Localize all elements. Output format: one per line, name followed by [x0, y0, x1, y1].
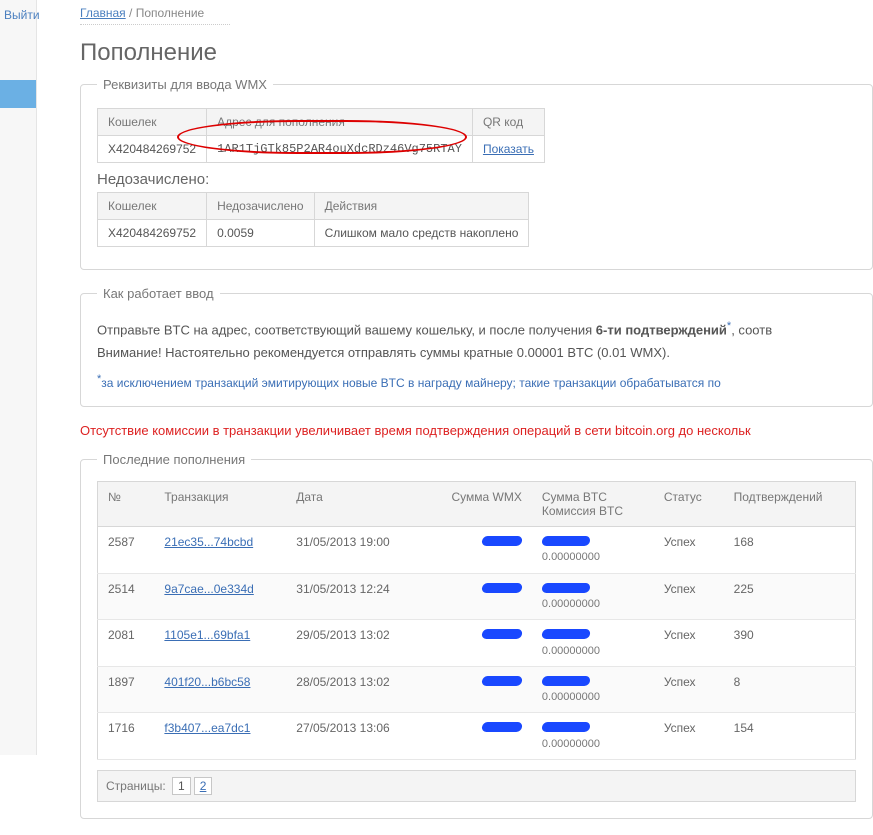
recent-group: Последние пополнения № Транзакция Дата С…	[80, 452, 873, 819]
address-value: 1AR1TjGTk85P2AR4ouXdcRDz46Vg75RTAY	[207, 136, 473, 163]
cell-status: Успех	[654, 713, 724, 760]
cell-date: 29/05/2013 13:02	[286, 620, 423, 667]
cell-sum-btc: 0.00000000	[532, 573, 654, 620]
sidebar-active-tab[interactable]	[0, 80, 36, 108]
cell-no: 2081	[98, 620, 155, 667]
table-row: 1716 f3b407...ea7dc1 27/05/2013 13:06 0.000…	[98, 713, 856, 760]
howto-p2: Внимание! Настоятельно рекомендуется отп…	[97, 344, 856, 363]
cell-conf: 225	[724, 573, 856, 620]
cell-sum-wmx	[423, 620, 532, 667]
col-wallet: Кошелек	[98, 193, 207, 220]
col-no: №	[98, 482, 155, 527]
cell-sum-wmx	[423, 713, 532, 760]
main-content: Главная / Пополнение Пополнение Реквизит…	[80, 0, 873, 835]
cell-conf: 390	[724, 620, 856, 667]
redacted-icon	[481, 536, 522, 546]
requisites-group: Реквизиты для ввода WMX Кошелек Адрес дл…	[80, 77, 873, 270]
cell-date: 27/05/2013 13:06	[286, 713, 423, 760]
cell-sum-wmx	[423, 527, 532, 574]
tx-link[interactable]: 9a7cae...0e334d	[164, 582, 253, 596]
logout-link[interactable]: Выйти	[0, 0, 36, 30]
col-address: Адрес для пополнения	[207, 109, 473, 136]
uncredited-title: Недозачислено:	[97, 171, 856, 188]
col-actions: Действия	[314, 193, 529, 220]
howto-footnote: *за исключением транзакций эмитирующих н…	[97, 373, 856, 390]
howto-group: Как работает ввод Отправьте BTC на адрес…	[80, 286, 873, 407]
col-tx: Транзакция	[154, 482, 286, 527]
redacted-icon	[481, 722, 522, 732]
wallet-value: X420484269752	[98, 136, 207, 163]
col-amount: Недозачислено	[207, 193, 314, 220]
cell-no: 2514	[98, 573, 155, 620]
redacted-icon	[541, 722, 590, 732]
redacted-icon	[481, 676, 522, 686]
col-date: Дата	[286, 482, 423, 527]
redacted-icon	[541, 583, 590, 593]
redacted-icon	[541, 536, 590, 546]
cell-status: Успех	[654, 620, 724, 667]
cell-status: Успех	[654, 666, 724, 713]
cell-sum-wmx	[423, 666, 532, 713]
tx-link[interactable]: 21ec35...74bcbd	[164, 535, 253, 549]
warning-text: Отсутствие комиссии в транзакции увеличи…	[80, 423, 873, 438]
cell-conf: 8	[724, 666, 856, 713]
cell-date: 31/05/2013 19:00	[286, 527, 423, 574]
redacted-icon	[541, 629, 590, 639]
pager-label: Страницы:	[106, 779, 166, 793]
sidebar: Выйти	[0, 0, 37, 755]
col-sum-btc: Сумма BTC Комиссия BTC	[532, 482, 654, 527]
cell-sum-btc: 0.00000000	[532, 666, 654, 713]
col-conf: Подтверждений	[724, 482, 856, 527]
cell-no: 1716	[98, 713, 155, 760]
breadcrumb-current: Пополнение	[136, 6, 205, 20]
cell-conf: 168	[724, 527, 856, 574]
cell-status: Успех	[654, 573, 724, 620]
amount-value: 0.0059	[207, 220, 314, 247]
cell-conf: 154	[724, 713, 856, 760]
requisites-legend: Реквизиты для ввода WMX	[97, 77, 273, 92]
pager: Страницы: 12	[97, 770, 856, 802]
tx-link[interactable]: 401f20...b6bc58	[164, 675, 250, 689]
recent-table: № Транзакция Дата Сумма WMX Сумма BTC Ко…	[97, 481, 856, 760]
pager-page[interactable]: 1	[172, 777, 191, 795]
breadcrumb: Главная / Пополнение	[80, 0, 230, 25]
col-wallet: Кошелек	[98, 109, 207, 136]
uncredited-table: Кошелек Недозачислено Действия X42048426…	[97, 192, 529, 247]
breadcrumb-home[interactable]: Главная	[80, 6, 126, 20]
cell-sum-wmx	[423, 573, 532, 620]
tx-link[interactable]: 1105e1...69bfa1	[164, 628, 250, 642]
howto-p1: Отправьте BTC на адрес, соответствующий …	[97, 319, 856, 340]
recent-legend: Последние пополнения	[97, 452, 251, 467]
tx-link[interactable]: f3b407...ea7dc1	[164, 721, 250, 735]
show-qr-link[interactable]: Показать	[483, 142, 534, 156]
table-row: X420484269752 1AR1TjGTk85P2AR4ouXdcRDz46…	[98, 136, 545, 163]
action-text: Слишком мало средств накоплено	[314, 220, 529, 247]
cell-no: 1897	[98, 666, 155, 713]
redacted-icon	[481, 629, 522, 639]
requisites-table: Кошелек Адрес для пополнения QR код X420…	[97, 108, 545, 163]
cell-sum-btc: 0.00000000	[532, 713, 654, 760]
cell-sum-btc: 0.00000000	[532, 527, 654, 574]
col-qr: QR код	[472, 109, 544, 136]
table-row: X420484269752 0.0059 Слишком мало средст…	[98, 220, 529, 247]
table-row: 2081 1105e1...69bfa1 29/05/2013 13:02 0.000…	[98, 620, 856, 667]
wallet-value: X420484269752	[98, 220, 207, 247]
howto-legend: Как работает ввод	[97, 286, 220, 301]
redacted-icon	[541, 676, 590, 686]
pager-page[interactable]: 2	[194, 777, 213, 795]
cell-no: 2587	[98, 527, 155, 574]
cell-sum-btc: 0.00000000	[532, 620, 654, 667]
col-sum-wmx: Сумма WMX	[423, 482, 532, 527]
cell-date: 28/05/2013 13:02	[286, 666, 423, 713]
cell-date: 31/05/2013 12:24	[286, 573, 423, 620]
cell-status: Успех	[654, 527, 724, 574]
col-status: Статус	[654, 482, 724, 527]
table-row: 1897 401f20...b6bc58 28/05/2013 13:02 0.000…	[98, 666, 856, 713]
redacted-icon	[481, 583, 522, 593]
table-row: 2514 9a7cae...0e334d 31/05/2013 12:24 0.000…	[98, 573, 856, 620]
breadcrumb-sep: /	[126, 6, 136, 20]
table-row: 2587 21ec35...74bcbd 31/05/2013 19:00 0.000…	[98, 527, 856, 574]
page-title: Пополнение	[80, 39, 873, 67]
